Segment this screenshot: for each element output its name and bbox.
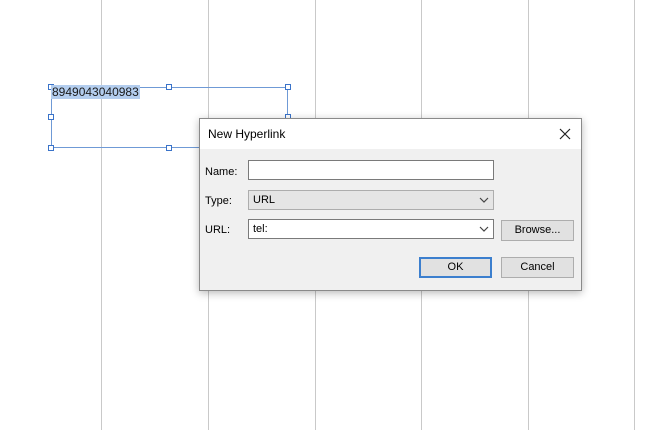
chevron-down-icon[interactable]: [479, 220, 489, 244]
ok-button[interactable]: OK: [419, 257, 492, 278]
name-input[interactable]: [248, 160, 494, 180]
column-guide: [101, 0, 102, 430]
url-label: URL:: [205, 224, 231, 236]
type-select[interactable]: URL: [248, 190, 494, 210]
type-select-value: URL: [253, 194, 276, 206]
browse-button[interactable]: Browse...: [501, 220, 574, 241]
url-combobox[interactable]: tel:: [248, 219, 494, 239]
column-guide: [634, 0, 635, 430]
type-label: Type:: [205, 195, 232, 207]
chevron-down-icon[interactable]: [479, 191, 489, 215]
resize-handle-top[interactable]: [166, 84, 172, 90]
cancel-button[interactable]: Cancel: [501, 257, 574, 278]
resize-handle-left[interactable]: [48, 114, 54, 120]
close-icon-glyph: [559, 128, 571, 140]
url-input-value[interactable]: tel:: [253, 220, 268, 238]
dialog-titlebar[interactable]: New Hyperlink: [200, 119, 581, 149]
new-hyperlink-dialog: New Hyperlink Name: Type: URL URL: tel: …: [199, 118, 582, 291]
close-icon[interactable]: [555, 124, 575, 144]
selected-text[interactable]: 8949043040983: [51, 85, 140, 99]
dialog-title: New Hyperlink: [208, 127, 286, 141]
resize-handle-bottom[interactable]: [166, 145, 172, 151]
resize-handle-bottom-left[interactable]: [48, 145, 54, 151]
resize-handle-top-right[interactable]: [285, 84, 291, 90]
name-label: Name:: [205, 166, 238, 178]
